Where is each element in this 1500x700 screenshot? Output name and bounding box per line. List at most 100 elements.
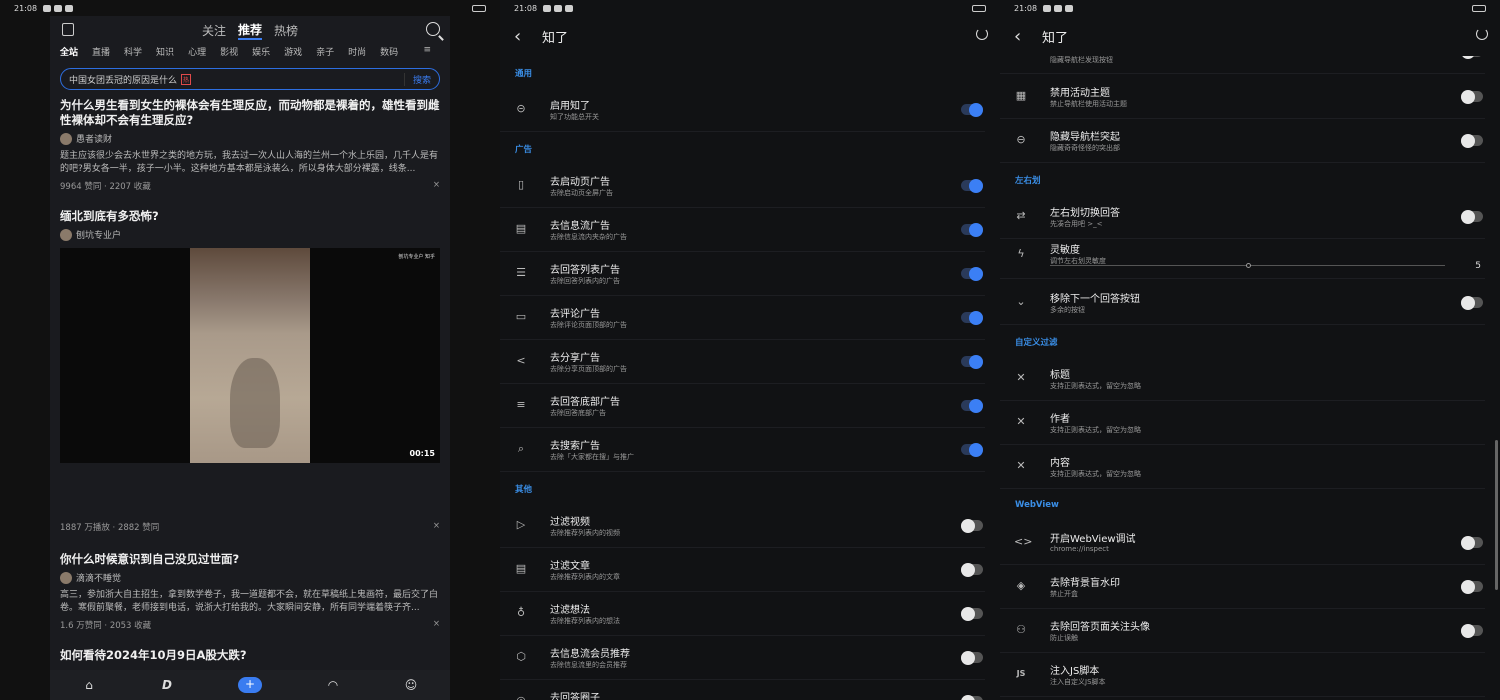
tab-hot[interactable]: 热榜 <box>274 22 298 39</box>
feed-title[interactable]: 为什么男生看到女生的裸体会有生理反应，而动物都是裸着的，雄性看到雌性裸体却不会有… <box>60 98 440 128</box>
setting-remove-watermark[interactable]: ◈ 去除背景盲水印 禁止开盒 <box>1000 565 1485 609</box>
toggle-switch[interactable] <box>961 562 983 577</box>
category-item[interactable]: 数码 <box>380 45 398 58</box>
setting-filter-author[interactable]: ✕ 作者 支持正则表达式，留空为忽略 <box>1000 401 1485 445</box>
feed-author[interactable]: 愚者读财 <box>60 132 440 145</box>
feed-item[interactable]: 缅北到底有多恐怖? 刨坑专业户 <box>60 209 440 241</box>
sensitivity-slider[interactable] <box>1050 263 1445 268</box>
setting-remove-next[interactable]: ⌄ 移除下一个回答按钮 多余的按钮 <box>1000 281 1485 325</box>
setting-filter-idea[interactable]: ♁ 过滤想法 去除推荐列表内的想法 <box>500 592 985 636</box>
close-icon[interactable]: × <box>433 180 440 192</box>
feed-excerpt[interactable]: 题主应该很少会去水世界之类的地方玩，我去过一次人山人海的兰州一个水上乐园，几千人… <box>60 150 440 176</box>
menu-icon[interactable]: ≡ <box>423 45 431 55</box>
category-item[interactable]: 游戏 <box>284 45 302 58</box>
setting-enable[interactable]: ⊝ 启用知了 知了功能总开关 <box>500 88 985 132</box>
profile-icon[interactable]: ☺ <box>404 678 418 692</box>
toggle-switch[interactable] <box>1461 535 1483 550</box>
close-icon[interactable]: × <box>433 619 440 631</box>
setting-filter-article[interactable]: ▤ 过滤文章 去除推荐列表内的文章 <box>500 548 985 592</box>
search-query: 中国女团丢冠的原因是什么 <box>69 75 178 86</box>
feed-title[interactable]: 你什么时候意识到自己没见过世面? <box>60 552 440 567</box>
setting-webview-debug[interactable]: <> 开启WebView调试 chrome://inspect <box>1000 521 1485 565</box>
discover-icon[interactable]: D <box>160 678 174 692</box>
feed-title[interactable]: 如何看待2024年10月9日A股大跌? <box>60 648 440 663</box>
setting-filter-content[interactable]: ✕ 内容 支持正则表达式，留空为忽略 <box>1000 445 1485 489</box>
toggle-switch[interactable] <box>1461 209 1483 224</box>
search-icon[interactable] <box>426 22 440 36</box>
toggle-switch[interactable] <box>961 266 983 281</box>
create-button[interactable]: + <box>238 677 262 693</box>
toggle-switch[interactable] <box>1461 295 1483 310</box>
setting-subtitle: 支持正则表达式，留空为忽略 <box>1050 382 1141 390</box>
toggle-switch[interactable] <box>961 178 983 193</box>
feed-item[interactable]: 为什么男生看到女生的裸体会有生理反应，而动物都是裸着的，雄性看到雌性裸体却不会有… <box>60 98 440 192</box>
category-item[interactable]: 时尚 <box>348 45 366 58</box>
search-button[interactable]: 搜索 <box>403 72 431 86</box>
toggle-switch[interactable] <box>961 310 983 325</box>
scrollbar[interactable] <box>1495 440 1498 590</box>
setting-title: 过滤视频 <box>550 517 590 528</box>
category-item[interactable]: 直播 <box>92 45 110 58</box>
setting-ad-search[interactable]: ⌕ 去搜索广告 去除「大家都在搜」与推广 <box>500 428 985 472</box>
toggle-switch[interactable] <box>961 102 983 117</box>
setting-hide-bump[interactable]: ⊖ 隐藏导航栏突起 隐藏奇奇怪怪的突出部 <box>1000 119 1485 163</box>
toggle-switch[interactable] <box>1461 579 1483 594</box>
setting-answer-circle[interactable]: ◎ 去回答圈子 <box>500 680 985 700</box>
setting-ad-comments[interactable]: ▭ 去评论广告 去除评论页面顶部的广告 <box>500 296 985 340</box>
setting-title: 过滤想法 <box>550 605 590 616</box>
toggle-switch[interactable] <box>961 694 983 700</box>
toggle-switch[interactable] <box>961 650 983 665</box>
home-icon[interactable]: ⌂ <box>82 678 96 692</box>
setting-filter-title[interactable]: ✕ 标题 支持正则表达式，留空为忽略 <box>1000 357 1485 401</box>
toggle-switch[interactable] <box>961 442 983 457</box>
search-input[interactable]: 中国女团丢冠的原因是什么 热 搜索 <box>60 68 440 90</box>
setting-ad-answers[interactable]: ☰ 去回答列表广告 去除回答列表内的广告 <box>500 252 985 296</box>
back-icon[interactable]: ‹ <box>1014 26 1042 47</box>
feed-item[interactable]: 你什么时候意识到自己没见过世面? 滴滴不睡觉 高三，参加浙大自主招生，拿到数学卷… <box>60 552 440 631</box>
reset-icon[interactable] <box>976 28 988 40</box>
toggle-switch[interactable] <box>1461 133 1483 148</box>
toggle-switch[interactable] <box>1461 623 1483 638</box>
feed-title[interactable]: 缅北到底有多恐怖? <box>60 209 440 224</box>
category-all[interactable]: 全站 <box>60 45 78 58</box>
category-item[interactable]: 心理 <box>188 45 206 58</box>
toggle-switch[interactable] <box>961 606 983 621</box>
category-item[interactable]: 影视 <box>220 45 238 58</box>
bell-icon[interactable]: ◠ <box>326 678 340 692</box>
toggle-switch[interactable] <box>961 354 983 369</box>
category-item[interactable]: 亲子 <box>316 45 334 58</box>
setting-subtitle: 先凑合用吧 >_< <box>1050 220 1103 228</box>
tab-recommend[interactable]: 推荐 <box>237 21 262 40</box>
setting-ad-feed[interactable]: ▤ 去信息流广告 去除信息流内夹杂的广告 <box>500 208 985 252</box>
setting-title: 去回答列表广告 <box>550 265 620 276</box>
toggle-switch[interactable] <box>961 518 983 533</box>
notification-icon <box>1054 4 1063 12</box>
reset-icon[interactable] <box>1476 28 1488 40</box>
feed-item[interactable]: 如何看待2024年10月9日A股大跌? <box>60 648 440 663</box>
video-player[interactable]: 刨坑专业户 知乎 00:15 <box>60 248 440 463</box>
feed-author[interactable]: 滴滴不睡觉 <box>60 571 440 584</box>
category-item[interactable]: 科学 <box>124 45 142 58</box>
close-icon[interactable]: × <box>433 521 440 533</box>
feed-author[interactable]: 刨坑专业户 <box>60 228 440 241</box>
toggle-switch[interactable] <box>961 398 983 413</box>
trash-icon[interactable] <box>62 23 74 36</box>
toggle-switch[interactable] <box>961 222 983 237</box>
setting-filter-video[interactable]: ▷ 过滤视频 去除推荐列表内的视频 <box>500 504 985 548</box>
tab-follow[interactable]: 关注 <box>202 22 226 39</box>
category-item[interactable]: 娱乐 <box>252 45 270 58</box>
feed-excerpt[interactable]: 高三，参加浙大自主招生，拿到数学卷子，我一道题都不会，就在草稿纸上鬼画符，最后交… <box>60 589 440 615</box>
slider-thumb[interactable] <box>1245 263 1251 268</box>
setting-remove-follow-avatar[interactable]: ⚇ 去除回答页面关注头像 防止误触 <box>1000 609 1485 653</box>
setting-ad-share[interactable]: < 去分享广告 去除分享页面顶部的广告 <box>500 340 985 384</box>
setting-feed-vip[interactable]: ⬡ 去信息流会员推荐 去除信息流里的会员推荐 <box>500 636 985 680</box>
toggle-switch[interactable] <box>1461 89 1483 104</box>
setting-disable-theme[interactable]: ▦ 禁用活动主题 禁止导航栏使用活动主题 <box>1000 75 1485 119</box>
section-webview: WebView <box>1015 500 1059 510</box>
back-icon[interactable]: ‹ <box>514 26 542 47</box>
setting-inject-js[interactable]: JS 注入JS脚本 注入自定义JS脚本 <box>1000 653 1485 697</box>
setting-ad-answer-bottom[interactable]: ≡ 去回答底部广告 去除回答底部广告 <box>500 384 985 428</box>
category-item[interactable]: 知识 <box>156 45 174 58</box>
setting-subtitle: 去除评论页面顶部的广告 <box>550 321 627 329</box>
setting-ad-splash[interactable]: ▯ 去启动页广告 去除启动页全屏广告 <box>500 164 985 208</box>
